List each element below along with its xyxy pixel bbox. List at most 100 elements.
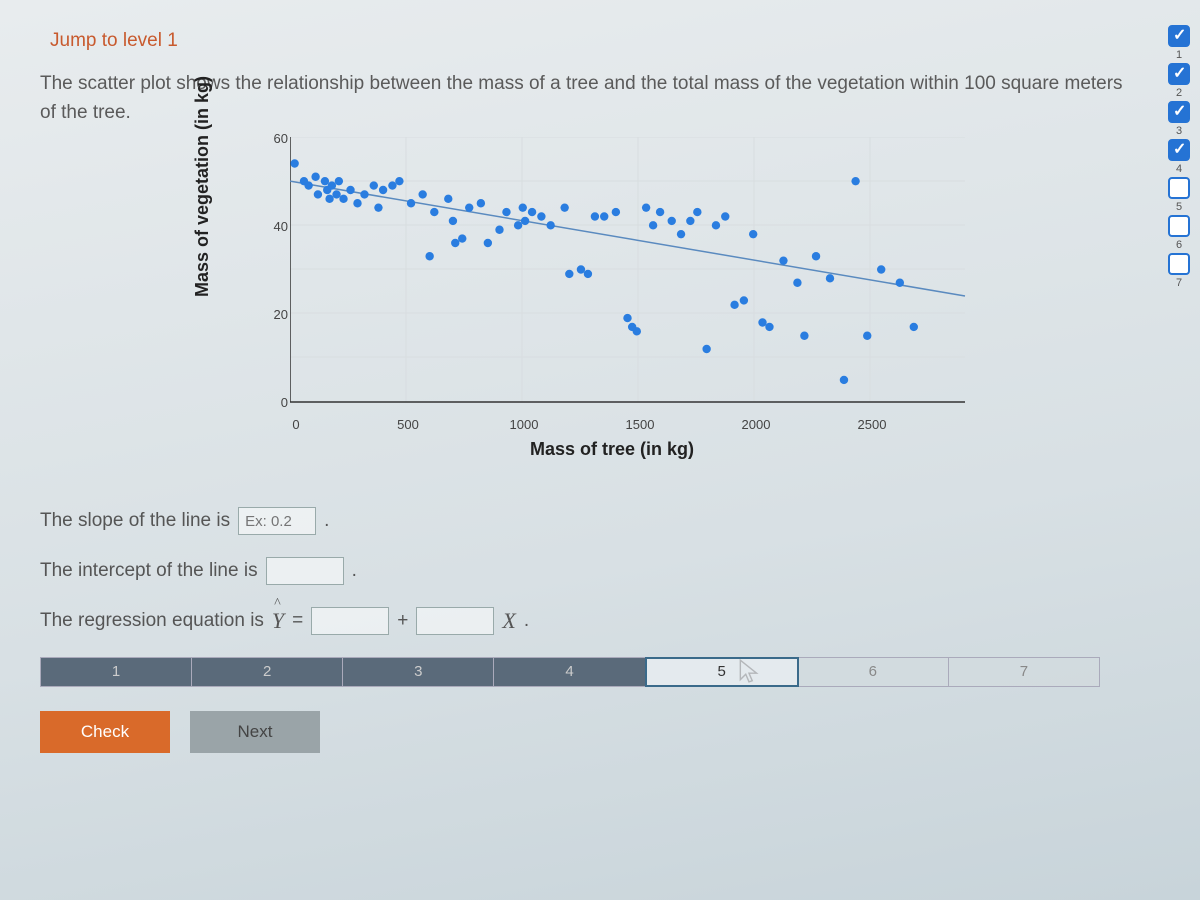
data-point xyxy=(896,279,904,287)
pager-step-3[interactable]: 3 xyxy=(343,658,494,686)
data-point xyxy=(346,186,354,194)
data-point xyxy=(502,208,510,216)
check-button[interactable]: Check xyxy=(40,711,170,753)
data-point xyxy=(537,212,545,220)
data-point xyxy=(290,159,298,167)
y-tick: 0 xyxy=(258,395,288,410)
slope-label: The slope of the line is xyxy=(40,510,230,532)
data-point xyxy=(444,195,452,203)
data-point xyxy=(528,208,536,216)
tracker-item-1[interactable]: 1 xyxy=(1162,25,1196,61)
data-point xyxy=(686,217,694,225)
data-point xyxy=(425,252,433,260)
data-point xyxy=(339,195,347,203)
data-point xyxy=(495,226,503,234)
tracker-item-6[interactable]: 6 xyxy=(1162,215,1196,251)
data-point xyxy=(851,177,859,185)
data-point xyxy=(612,208,620,216)
y-tick: 40 xyxy=(258,219,288,234)
data-point xyxy=(565,270,573,278)
data-point xyxy=(668,217,676,225)
pager-step-7[interactable]: 7 xyxy=(949,658,1099,686)
x-tick: 2500 xyxy=(852,417,892,432)
data-point xyxy=(311,173,319,181)
tracker-item-4[interactable]: 4 xyxy=(1162,139,1196,175)
pager-step-2[interactable]: 2 xyxy=(192,658,343,686)
tracker-label: 6 xyxy=(1176,239,1182,251)
data-point xyxy=(395,177,403,185)
data-point xyxy=(591,212,599,220)
y-hat-symbol: Y xyxy=(272,608,284,634)
tracker-label: 5 xyxy=(1176,201,1182,213)
y-tick: 20 xyxy=(258,307,288,322)
intercept-question-row: The intercept of the line is . xyxy=(40,557,1130,585)
x-symbol: X xyxy=(502,608,515,634)
equation-question-row: The regression equation is Y = + X. xyxy=(40,607,1130,635)
pager-step-5[interactable]: 5 xyxy=(645,657,799,687)
data-point xyxy=(840,376,848,384)
data-point xyxy=(379,186,387,194)
data-point xyxy=(335,177,343,185)
progress-tracker: 1 2 34 5 6 7 xyxy=(1162,25,1196,291)
tracker-item-5[interactable]: 5 xyxy=(1162,177,1196,213)
slope-question-row: The slope of the line is . xyxy=(40,507,1130,535)
equation-label: The regression equation is xyxy=(40,610,264,632)
data-point xyxy=(451,239,459,247)
next-button[interactable]: Next xyxy=(190,711,320,753)
checkbox-icon xyxy=(1168,177,1190,199)
pager-step-1[interactable]: 1 xyxy=(41,658,192,686)
tracker-item-3[interactable]: 3 xyxy=(1162,101,1196,137)
data-point xyxy=(677,230,685,238)
x-axis-label: Mass of tree (in kg) xyxy=(530,439,694,460)
data-point xyxy=(521,217,529,225)
data-point xyxy=(740,296,748,304)
data-point xyxy=(484,239,492,247)
tracker-item-2[interactable]: 2 xyxy=(1162,63,1196,99)
data-point xyxy=(812,252,820,260)
check-icon xyxy=(1168,25,1190,47)
data-point xyxy=(353,199,361,207)
equation-intercept-input[interactable] xyxy=(311,607,389,635)
data-point xyxy=(712,221,720,229)
intercept-label: The intercept of the line is xyxy=(40,560,258,582)
equation-slope-input[interactable] xyxy=(416,607,494,635)
tracker-item-7[interactable]: 7 xyxy=(1162,253,1196,289)
intercept-input[interactable] xyxy=(266,557,344,585)
data-point xyxy=(758,318,766,326)
step-pager: 1234567 xyxy=(40,657,1100,687)
data-point xyxy=(458,234,466,242)
data-point xyxy=(418,190,426,198)
data-point xyxy=(749,230,757,238)
data-point xyxy=(826,274,834,282)
data-point xyxy=(642,203,650,211)
data-point xyxy=(693,208,701,216)
data-point xyxy=(430,208,438,216)
check-icon xyxy=(1168,63,1190,85)
data-point xyxy=(730,301,738,309)
data-point xyxy=(623,314,631,322)
checkbox-icon xyxy=(1168,215,1190,237)
x-tick: 500 xyxy=(388,417,428,432)
data-point xyxy=(407,199,415,207)
jump-to-level-link[interactable]: Jump to level 1 xyxy=(40,0,1130,70)
data-point xyxy=(374,203,382,211)
data-point xyxy=(321,177,329,185)
data-point xyxy=(877,265,885,273)
slope-input[interactable] xyxy=(238,507,316,535)
data-point xyxy=(800,332,808,340)
y-axis-label: Mass of vegetation (in kg) xyxy=(192,76,213,297)
data-point xyxy=(325,195,333,203)
data-point xyxy=(314,190,322,198)
scatter-chart: Mass of vegetation (in kg) Mass of tree … xyxy=(230,137,1050,467)
data-point xyxy=(584,270,592,278)
data-point xyxy=(765,323,773,331)
pager-step-6[interactable]: 6 xyxy=(798,658,949,686)
tracker-label: 2 xyxy=(1176,87,1182,99)
data-point xyxy=(600,212,608,220)
pager-step-4[interactable]: 4 xyxy=(494,658,645,686)
data-point xyxy=(910,323,918,331)
data-point xyxy=(649,221,657,229)
y-tick: 60 xyxy=(258,131,288,146)
data-point xyxy=(360,190,368,198)
data-point xyxy=(633,327,641,335)
